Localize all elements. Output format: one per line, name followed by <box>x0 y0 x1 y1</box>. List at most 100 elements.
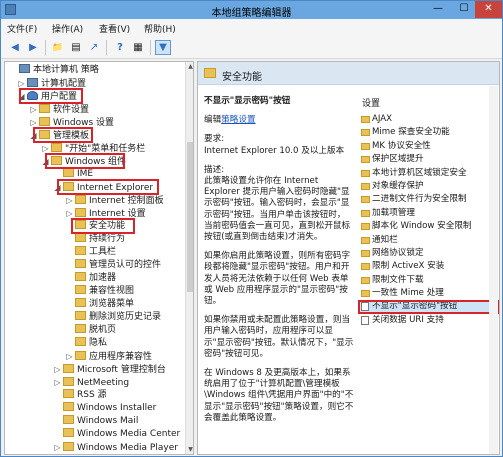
description-block: 描述: 此策略设置允许你在 Internet Explorer 提示用户输入密码时… <box>204 164 351 243</box>
setting-object-caching[interactable]: 对象缓存保护 <box>358 180 499 193</box>
menu-view[interactable]: 查看(V) <box>99 22 130 35</box>
tree-item-media-center[interactable]: Windows Media Center <box>53 428 180 441</box>
tree-item-compat-view[interactable]: 兼容性视图 <box>65 285 134 298</box>
description-text-2: 如果你启用此策略设置，则所有密码字段都将隐藏"显示密码"按钮。用户和开发人员将无… <box>204 251 351 307</box>
folder-icon <box>361 236 370 244</box>
properties-icon[interactable]: ▦ <box>130 40 146 55</box>
policy-tree[interactable]: 本地计算机 策略 ▷ 计算机配置 ◢ 用户配置 ▷ 软件设置 ▷ Windows 设置 … <box>4 61 194 455</box>
show-hide-tree-icon[interactable]: ▤ <box>68 40 84 55</box>
setting-network-protocol-lockdown[interactable]: 网络协议锁定 <box>358 247 499 260</box>
description-text-4: 在 Windows 8 及更高版本上，如果系统启用了位于"计算机配置\管理模板\… <box>204 368 354 423</box>
tree-item-rss[interactable]: RSS 源 <box>53 389 107 402</box>
expand-arrow-icon[interactable]: ▷ <box>53 376 62 389</box>
setting-protect-zone-elevation[interactable]: 保护区域提升 <box>358 153 499 166</box>
expand-arrow-icon[interactable]: ▷ <box>53 441 62 454</box>
scroll-down-icon[interactable]: ▼ <box>186 445 193 454</box>
folder-icon <box>361 249 370 257</box>
expand-arrow-icon[interactable]: ▷ <box>29 103 38 116</box>
close-button[interactable]: ✕ <box>475 1 502 18</box>
policy-description-panel: 不显示"显示密码"按钮 编辑策略设置 要求: Internet Explorer … <box>204 96 354 432</box>
menu-bar: 文件(F) 操作(A) 查看(V) 帮助(H) <box>1 19 502 36</box>
folder-icon <box>75 233 86 242</box>
setting-addon-management[interactable]: 加载项管理 <box>358 207 499 220</box>
requirement-block: 要求: Internet Explorer 10.0 及以上版本 <box>204 134 345 156</box>
forward-button[interactable]: ▶ <box>25 40 41 55</box>
scrollbar-thumb[interactable] <box>187 142 193 292</box>
tree-item-app-compat[interactable]: ▷ 应用程序兼容性 <box>65 350 152 363</box>
setting-binary-behavior[interactable]: 二进制文件行为安全限制 <box>358 193 499 206</box>
tree-item-delete-history[interactable]: 删除浏览历史记录 <box>65 311 161 324</box>
setting-disable-data-uri[interactable]: 关闭数据 URI 支持 <box>358 314 499 327</box>
up-folder-icon[interactable]: 📁 <box>50 40 66 55</box>
folder-icon <box>361 182 370 190</box>
highlight-security-features <box>71 218 135 234</box>
folder-icon <box>204 68 216 78</box>
filter-icon[interactable]: ▼ <box>155 40 171 55</box>
tree-item-browser-menus[interactable]: 浏览器菜单 <box>65 298 134 311</box>
folder-icon <box>361 129 370 137</box>
export-list-icon[interactable]: ↗ <box>86 40 102 55</box>
setting-consistent-mime[interactable]: 一致性 Mime 处理 <box>358 287 499 300</box>
settings-list: 设置 AJAX Mime 探查安全功能 MK 协议安全性 保护区域提升 本地计算… <box>358 96 499 327</box>
tree-item-privacy[interactable]: 隐私 <box>65 337 107 350</box>
setting-mime-sniffing[interactable]: Mime 探查安全功能 <box>358 126 499 139</box>
maximize-button[interactable]: ☐ <box>451 1 477 18</box>
tree-item-netmeeting[interactable]: ▷ NetMeeting <box>53 376 129 389</box>
folder-icon <box>361 156 370 164</box>
setting-hide-password-reveal[interactable]: 不显示"显示密码"按钮 <box>358 300 499 315</box>
folder-icon <box>75 259 86 268</box>
details-header: 安全功能 <box>198 62 499 85</box>
tree-item-windows-installer[interactable]: Windows Installer <box>53 402 156 415</box>
menu-help[interactable]: 帮助(H) <box>144 22 176 35</box>
setting-ajax[interactable]: AJAX <box>358 113 499 126</box>
tree-item-internet-control-panel[interactable]: ▷ Internet 控制面板 <box>65 194 164 207</box>
expand-arrow-icon[interactable]: ▷ <box>65 194 74 207</box>
minimize-button[interactable]: — <box>425 1 451 18</box>
setting-restrict-activex[interactable]: 限制 ActiveX 安装 <box>358 260 499 273</box>
folder-icon <box>75 195 86 204</box>
expand-arrow-icon[interactable]: ▷ <box>65 350 74 363</box>
tree-item-mmc[interactable]: ▷ Microsoft 管理控制台 <box>53 363 166 376</box>
details-scrollbar[interactable] <box>489 86 498 454</box>
back-button[interactable]: ◀ <box>7 40 23 55</box>
tree-item-toolbars[interactable]: 工具栏 <box>65 246 116 259</box>
tree-item-media-player[interactable]: ▷ Windows Media Player <box>53 441 178 454</box>
setting-mk-protocol[interactable]: MK 协议安全性 <box>358 140 499 153</box>
folder-icon <box>75 298 86 307</box>
expand-arrow-icon[interactable]: ▷ <box>53 363 62 376</box>
computer-icon <box>19 64 30 73</box>
folder-icon <box>361 209 370 217</box>
tree-item-offline-pages[interactable]: 脱机页 <box>65 324 116 337</box>
edit-policy-link[interactable]: 策略设置 <box>221 115 255 125</box>
folder-icon <box>63 415 74 424</box>
setting-local-machine-lockdown[interactable]: 本地计算机区域锁定安全 <box>358 167 499 180</box>
document-icon <box>361 315 369 325</box>
scroll-up-icon[interactable]: ▲ <box>186 62 193 71</box>
tree-item-persistence[interactable]: 持续行为 <box>65 233 125 246</box>
folder-icon <box>63 402 74 411</box>
highlight-windows-components <box>45 153 125 169</box>
tree-scrollbar[interactable]: ▲ ▼ <box>185 62 193 454</box>
highlight-internet-explorer <box>57 179 159 195</box>
tree-item-accelerators[interactable]: 加速器 <box>65 272 116 285</box>
toolbar-separator <box>106 40 107 55</box>
tree-item-software-settings[interactable]: ▷ 软件设置 <box>29 103 89 116</box>
help-icon[interactable]: ? <box>112 40 128 55</box>
setting-restrict-file-download[interactable]: 限制文件下载 <box>358 274 499 287</box>
tree-item-admin-approved-controls[interactable]: 管理员认可的控件 <box>65 259 161 272</box>
tree-item-local-policy[interactable]: 本地计算机 策略 <box>9 64 99 77</box>
requirement-text: Internet Explorer 10.0 及以上版本 <box>204 145 345 156</box>
settings-column-header[interactable]: 设置 <box>362 96 499 109</box>
menu-action[interactable]: 操作(A) <box>52 22 83 35</box>
folder-icon <box>63 428 74 437</box>
menu-file[interactable]: 文件(F) <box>7 22 37 35</box>
computer-icon <box>27 78 38 87</box>
folder-icon <box>75 351 86 360</box>
setting-scripted-window[interactable]: 脚本化 Window 安全限制 <box>358 220 499 233</box>
folder-icon <box>63 168 74 177</box>
setting-notification-bar[interactable]: 通知栏 <box>358 234 499 247</box>
folder-icon <box>63 364 74 373</box>
tree-item-windows-mail[interactable]: Windows Mail <box>53 415 138 428</box>
folder-icon <box>75 324 86 333</box>
folder-icon <box>75 208 86 217</box>
